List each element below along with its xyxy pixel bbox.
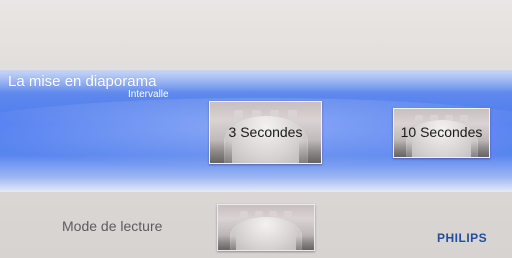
menu-title: La mise en diaporama <box>8 73 157 90</box>
gear-icon <box>230 217 302 250</box>
philips-logo: PHILIPS <box>437 231 488 245</box>
interval-option-3s[interactable]: 3 Secondes <box>209 101 322 164</box>
interval-option-label: 3 Secondes <box>228 124 303 140</box>
interval-option-label: 10 Secondes <box>400 124 483 140</box>
playback-mode-tile[interactable] <box>217 204 315 251</box>
slideshow-settings-screen: La mise en diaporama Intervalle 3 Second… <box>0 0 512 258</box>
playback-mode-label: Mode de lecture <box>62 218 163 234</box>
interval-option-10s[interactable]: 10 Secondes <box>393 108 490 158</box>
menu-subtitle: Intervalle <box>128 89 169 100</box>
